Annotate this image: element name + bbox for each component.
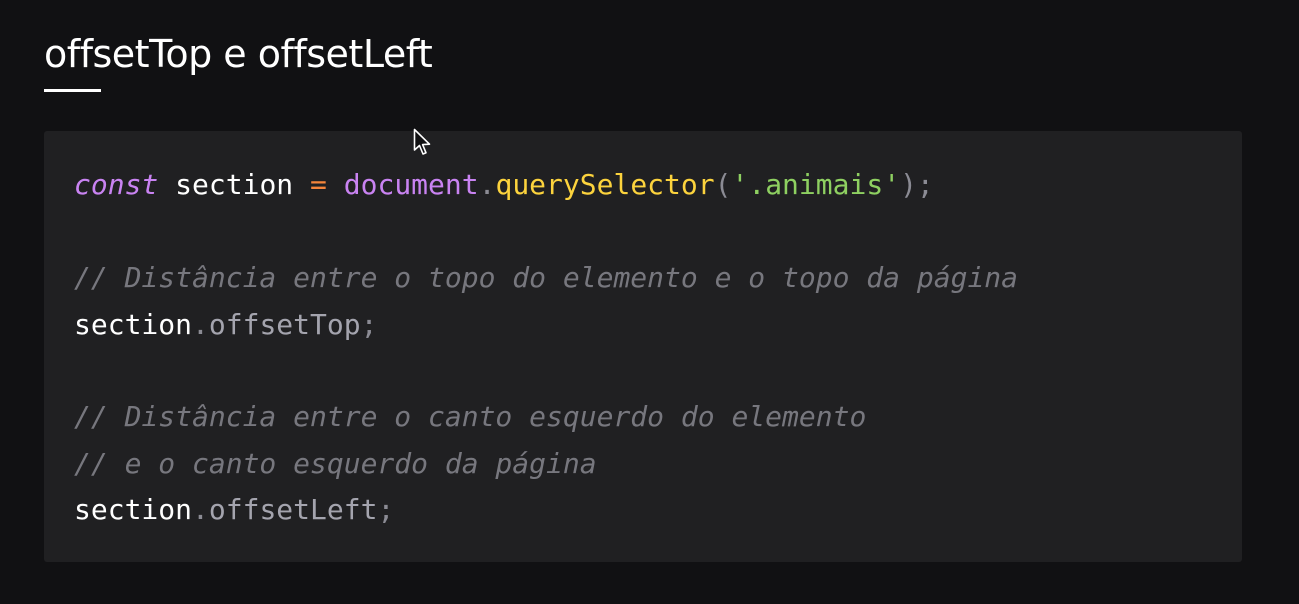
code-line-offset-top: section.offsetTop;	[74, 305, 377, 345]
code-line-query-selector: const section = document.querySelector('…	[74, 165, 934, 205]
dot-punctuation: .	[192, 493, 209, 526]
keyword-const: const	[74, 168, 159, 201]
code-comment-offset-left-2: // e o canto esquerdo da página	[74, 447, 597, 480]
variable-section: section	[175, 168, 294, 201]
open-paren: (	[714, 168, 732, 201]
semicolon: ;	[377, 493, 395, 526]
semicolon: ;	[360, 308, 378, 341]
method-query-selector: querySelector	[495, 168, 715, 201]
string-argument: '.animais'	[731, 168, 901, 201]
object-section: section	[74, 308, 193, 341]
code-block: const section = document.querySelector('…	[44, 131, 1242, 562]
property-offset-top: offsetTop	[208, 308, 361, 341]
object-document: document	[343, 168, 479, 201]
semicolon: ;	[916, 168, 934, 201]
slide-title: offsetTop e offsetLeft	[44, 32, 433, 76]
object-section: section	[74, 493, 193, 526]
close-paren: )	[900, 168, 917, 201]
code-comment-offset-left-1: // Distância entre o canto esquerdo do e…	[74, 400, 867, 433]
code-comment-offset-top: // Distância entre o topo do elemento e …	[74, 261, 1019, 294]
code-line-offset-left: section.offsetLeft;	[74, 490, 394, 530]
mouse-pointer-icon	[413, 128, 431, 155]
assignment-operator: =	[310, 168, 327, 201]
title-underline	[44, 89, 101, 92]
property-offset-left: offsetLeft	[208, 493, 378, 526]
dot-punctuation: .	[478, 168, 496, 201]
dot-punctuation: .	[192, 308, 209, 341]
